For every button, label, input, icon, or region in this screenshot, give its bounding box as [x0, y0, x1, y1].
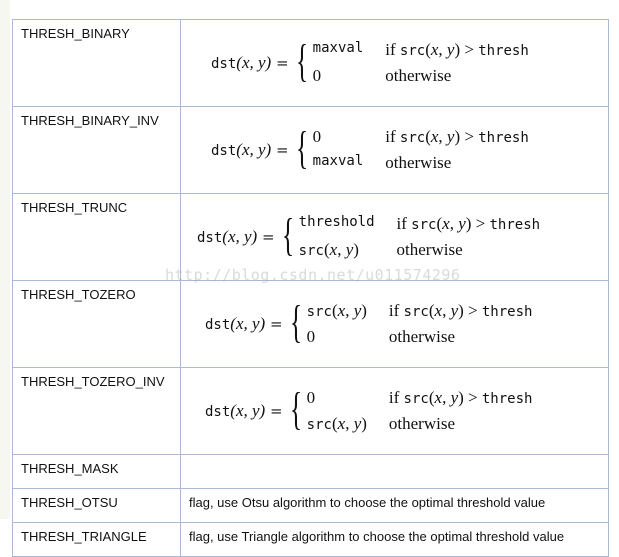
brace: { — [295, 122, 308, 173]
cases: threshold if src(x, y) > thresh src(x, y)… — [298, 214, 541, 259]
threshold-type-name: THRESH_TRIANGLE — [12, 522, 181, 557]
threshold-type-name: THRESH_TOZERO_INV — [12, 367, 181, 455]
threshold-type-name: THRESH_BINARY_INV — [12, 106, 181, 194]
threshold-type-name: THRESH_OTSU — [12, 488, 181, 523]
cases: maxval if src(x, y) > thresh 0 otherwise — [312, 40, 529, 85]
formula-args: (x, y) — [236, 140, 272, 159]
page-margin — [0, 0, 10, 519]
threshold-type-name: THRESH_TRUNC — [12, 193, 181, 281]
brace: { — [289, 296, 302, 347]
watermark: http://blog.csdn.net/u011574296 — [165, 266, 461, 284]
formula: dst(x, y) = { 0 if src(x, y) > thresh max… — [211, 122, 529, 173]
description: flag, use Otsu algorithm to choose the o… — [180, 488, 609, 523]
formula: dst(x, y) = { threshold if src(x, y) > th… — [197, 209, 541, 260]
brace: { — [289, 383, 302, 434]
table-row: THRESH_BINARY dst(x, y) = { maxval if src… — [12, 19, 609, 107]
formula-cell: dst(x, y) = { maxval if src(x, y) > thres… — [180, 19, 609, 107]
formula: dst(x, y) = { src(x, y) if src(x, y) > th… — [205, 296, 533, 347]
formula-args: (x, y) — [230, 314, 266, 333]
table-row: THRESH_OTSU flag, use Otsu algorithm to … — [12, 488, 609, 523]
table-row: THRESH_TRIANGLE flag, use Triangle algor… — [12, 522, 609, 557]
formula-args: (x, y) — [230, 401, 266, 420]
table-row: THRESH_TOZERO dst(x, y) = { src(x, y) if … — [12, 280, 609, 368]
formula-cell: dst(x, y) = { 0 if src(x, y) > thresh src… — [180, 367, 609, 455]
cases: 0 if src(x, y) > thresh maxval otherwise — [312, 127, 529, 172]
table-row: THRESH_MASK — [12, 454, 609, 489]
table-row: THRESH_TOZERO_INV dst(x, y) = { 0 if src(… — [12, 367, 609, 455]
cases: 0 if src(x, y) > thresh src(x, y) otherwis… — [306, 388, 533, 433]
brace: { — [281, 209, 294, 260]
formula-args: (x, y) — [222, 227, 258, 246]
formula-cell: dst(x, y) = { 0 if src(x, y) > thresh max… — [180, 106, 609, 194]
table-row: THRESH_BINARY_INV dst(x, y) = { 0 if src(… — [12, 106, 609, 194]
formula: dst(x, y) = { 0 if src(x, y) > thresh src… — [205, 383, 533, 434]
brace: { — [295, 35, 308, 86]
threshold-type-name: THRESH_MASK — [12, 454, 181, 489]
cases: src(x, y) if src(x, y) > thresh 0 otherwis… — [306, 301, 533, 346]
formula: dst(x, y) = { maxval if src(x, y) > thres… — [211, 35, 529, 86]
threshold-types-table: THRESH_BINARY dst(x, y) = { maxval if src… — [12, 19, 609, 557]
threshold-type-name: THRESH_TOZERO — [12, 280, 181, 368]
description — [180, 454, 609, 489]
formula-args: (x, y) — [236, 53, 272, 72]
description: flag, use Triangle algorithm to choose t… — [180, 522, 609, 557]
threshold-type-name: THRESH_BINARY — [12, 19, 181, 107]
formula-cell: dst(x, y) = { src(x, y) if src(x, y) > th… — [180, 280, 609, 368]
